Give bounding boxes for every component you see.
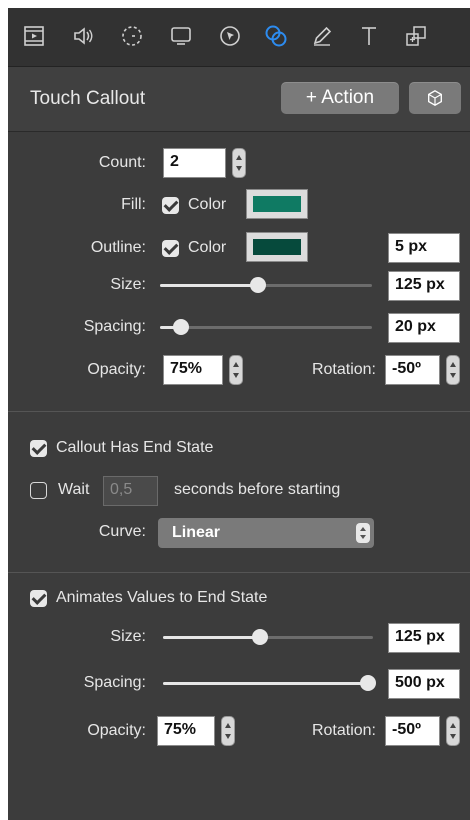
- fill-color-well[interactable]: [246, 189, 308, 219]
- outline-checkbox[interactable]: [162, 240, 179, 257]
- outline-label: Outline:: [90, 239, 146, 256]
- end-opacity-input[interactable]: 75%: [157, 716, 215, 746]
- cube-icon: [428, 90, 442, 106]
- opacity-stepper[interactable]: [229, 355, 243, 385]
- end-size-label: Size:: [110, 628, 146, 645]
- inspector-panel: Touch Callout + Action Count: 2 Fill: Co…: [8, 8, 470, 820]
- cursor-icon[interactable]: [216, 22, 244, 50]
- end-rotation-input[interactable]: -50º: [385, 716, 440, 746]
- timer-icon[interactable]: [118, 22, 146, 50]
- callout-icon[interactable]: [262, 22, 290, 50]
- size-slider-fill: [160, 284, 258, 287]
- opacity-label: Opacity:: [87, 361, 146, 378]
- section-divider: [8, 411, 470, 412]
- animates-checkbox[interactable]: [30, 590, 47, 607]
- outline-color-well[interactable]: [246, 232, 308, 262]
- fill-color-swatch: [253, 196, 301, 212]
- spacing-slider[interactable]: [160, 319, 372, 335]
- outline-color-swatch: [253, 239, 301, 255]
- speaker-icon[interactable]: [69, 22, 97, 50]
- end-size-slider-fill: [163, 636, 260, 639]
- count-label: Count:: [98, 154, 146, 171]
- fill-label: Fill:: [121, 196, 146, 213]
- rotation-stepper[interactable]: [446, 355, 460, 385]
- end-spacing-slider-fill: [163, 682, 368, 685]
- curve-label: Curve:: [98, 523, 146, 540]
- inspector-header: Touch Callout + Action: [8, 67, 470, 132]
- spacing-slider-knob[interactable]: [173, 319, 190, 335]
- panel-title: Touch Callout: [30, 88, 146, 109]
- rotation-input[interactable]: -50º: [385, 355, 440, 385]
- wait-seconds-input[interactable]: 0,5: [103, 476, 158, 506]
- end-spacing-input[interactable]: 500 px: [388, 669, 460, 699]
- spacing-label: Spacing:: [83, 318, 146, 335]
- size-label: Size:: [110, 276, 146, 293]
- end-size-slider[interactable]: [163, 629, 373, 645]
- wait-checkbox[interactable]: [30, 482, 47, 499]
- wait-label: Wait: [58, 481, 90, 498]
- end-size-slider-knob[interactable]: [251, 629, 268, 645]
- opacity-input[interactable]: 75%: [163, 355, 223, 385]
- film-icon[interactable]: [20, 22, 48, 50]
- screen-icon[interactable]: [167, 22, 195, 50]
- end-opacity-label: Opacity:: [87, 722, 146, 739]
- end-spacing-slider-knob[interactable]: [360, 675, 376, 691]
- end-rotation-label: Rotation:: [311, 722, 376, 739]
- size-slider[interactable]: [160, 277, 372, 293]
- size-input[interactable]: 125 px: [388, 271, 460, 301]
- end-size-input[interactable]: 125 px: [388, 623, 460, 653]
- curve-select[interactable]: Linear: [158, 518, 374, 548]
- wait-suffix-label: seconds before starting: [174, 481, 341, 498]
- count-input[interactable]: 2: [163, 148, 226, 178]
- spacing-input[interactable]: 20 px: [388, 313, 460, 343]
- count-stepper[interactable]: [232, 148, 246, 178]
- layers-icon[interactable]: [402, 22, 430, 50]
- animates-label: Animates Values to End State: [56, 589, 268, 606]
- section-divider: [8, 572, 470, 573]
- end-state-checkbox[interactable]: [30, 440, 47, 457]
- outline-width-input[interactable]: 5 px: [388, 233, 460, 263]
- outline-color-label: Color: [188, 239, 227, 256]
- add-action-button[interactable]: + Action: [281, 82, 399, 114]
- end-spacing-slider[interactable]: [163, 675, 376, 691]
- pen-icon[interactable]: [308, 22, 336, 50]
- cube-button[interactable]: [409, 82, 461, 114]
- curve-select-value: Linear: [172, 524, 221, 541]
- fill-color-label: Color: [188, 196, 227, 213]
- text-icon[interactable]: [355, 22, 383, 50]
- end-opacity-stepper[interactable]: [221, 716, 235, 746]
- inspector-toolbar: [8, 8, 470, 67]
- end-state-label: Callout Has End State: [56, 439, 214, 456]
- size-slider-knob[interactable]: [249, 277, 266, 293]
- rotation-label: Rotation:: [311, 361, 376, 378]
- end-spacing-label: Spacing:: [83, 674, 146, 691]
- chevron-updown-icon: [356, 523, 370, 543]
- end-rotation-stepper[interactable]: [446, 716, 460, 746]
- fill-checkbox[interactable]: [162, 197, 179, 214]
